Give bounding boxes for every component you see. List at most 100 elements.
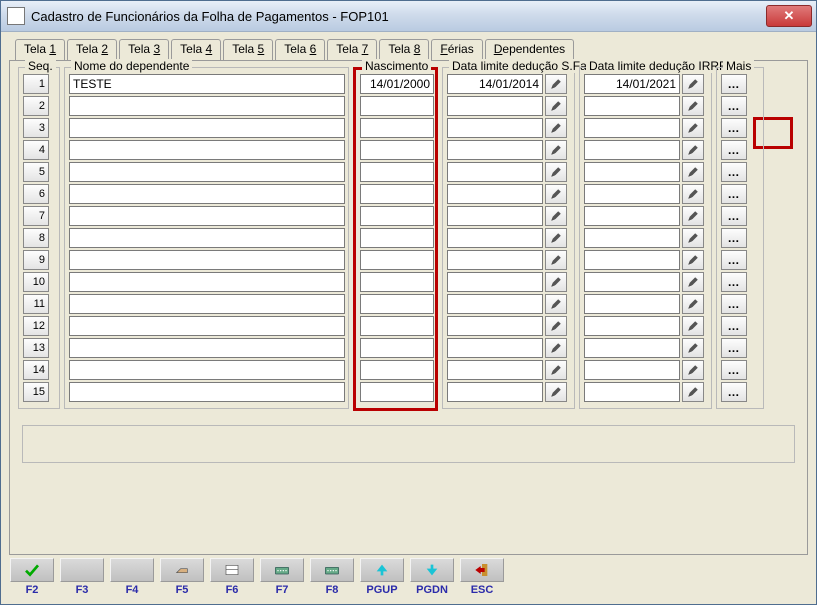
seq-button[interactable]: 11 <box>23 294 49 314</box>
mais-button[interactable]: … <box>721 316 747 336</box>
mais-button[interactable]: … <box>721 140 747 160</box>
irrf-picker-button[interactable] <box>682 316 704 336</box>
irrf-field[interactable] <box>584 382 680 402</box>
seq-button[interactable]: 8 <box>23 228 49 248</box>
nome-field[interactable] <box>69 382 345 402</box>
familia-field[interactable] <box>447 140 543 160</box>
seq-button[interactable]: 4 <box>23 140 49 160</box>
nascimento-field[interactable] <box>360 228 434 248</box>
toolbar-pgup[interactable]: PGUP <box>361 558 403 596</box>
seq-button[interactable]: 13 <box>23 338 49 358</box>
seq-button[interactable]: 7 <box>23 206 49 226</box>
nome-field[interactable] <box>69 162 345 182</box>
irrf-field[interactable] <box>584 140 680 160</box>
irrf-field[interactable] <box>584 294 680 314</box>
nome-field[interactable] <box>69 184 345 204</box>
nome-field[interactable] <box>69 118 345 138</box>
familia-picker-button[interactable] <box>545 96 567 116</box>
seq-button[interactable]: 6 <box>23 184 49 204</box>
tab-tela5[interactable]: Tela 5 <box>223 39 273 60</box>
nome-field[interactable] <box>69 338 345 358</box>
toolbar-f2[interactable]: F2 <box>11 558 53 596</box>
familia-field[interactable] <box>447 96 543 116</box>
irrf-picker-button[interactable] <box>682 228 704 248</box>
nome-field[interactable] <box>69 316 345 336</box>
familia-field[interactable] <box>447 382 543 402</box>
toolbar-f5[interactable]: F5 <box>161 558 203 596</box>
familia-picker-button[interactable] <box>545 184 567 204</box>
mais-button[interactable]: … <box>721 184 747 204</box>
nascimento-field[interactable] <box>360 96 434 116</box>
irrf-field[interactable] <box>584 228 680 248</box>
nascimento-field[interactable] <box>360 338 434 358</box>
irrf-picker-button[interactable] <box>682 382 704 402</box>
irrf-field[interactable] <box>584 118 680 138</box>
familia-field[interactable] <box>447 250 543 270</box>
nascimento-field[interactable] <box>360 184 434 204</box>
seq-button[interactable]: 12 <box>23 316 49 336</box>
irrf-picker-button[interactable] <box>682 250 704 270</box>
familia-picker-button[interactable] <box>545 250 567 270</box>
seq-button[interactable]: 5 <box>23 162 49 182</box>
tab-tela1[interactable]: Tela 1 <box>15 39 65 60</box>
irrf-picker-button[interactable] <box>682 184 704 204</box>
familia-field[interactable] <box>447 360 543 380</box>
familia-field[interactable] <box>447 162 543 182</box>
familia-field[interactable] <box>447 294 543 314</box>
mais-button[interactable]: … <box>721 162 747 182</box>
familia-picker-button[interactable] <box>545 272 567 292</box>
irrf-picker-button[interactable] <box>682 272 704 292</box>
nome-field[interactable] <box>69 272 345 292</box>
irrf-picker-button[interactable] <box>682 162 704 182</box>
irrf-field[interactable] <box>584 316 680 336</box>
familia-picker-button[interactable] <box>545 316 567 336</box>
familia-field[interactable] <box>447 338 543 358</box>
irrf-field[interactable] <box>584 162 680 182</box>
familia-picker-button[interactable] <box>545 228 567 248</box>
toolbar-f3[interactable]: F3 <box>61 558 103 596</box>
mais-button[interactable]: … <box>721 118 747 138</box>
familia-picker-button[interactable] <box>545 360 567 380</box>
irrf-field[interactable] <box>584 206 680 226</box>
familia-field[interactable] <box>447 228 543 248</box>
nascimento-field[interactable] <box>360 382 434 402</box>
familia-picker-button[interactable] <box>545 118 567 138</box>
mais-button[interactable]: … <box>721 250 747 270</box>
toolbar-pgdn[interactable]: PGDN <box>411 558 453 596</box>
seq-button[interactable]: 14 <box>23 360 49 380</box>
familia-picker-button[interactable] <box>545 140 567 160</box>
tab-tela6[interactable]: Tela 6 <box>275 39 325 60</box>
mais-button[interactable]: … <box>721 272 747 292</box>
nascimento-field[interactable] <box>360 162 434 182</box>
familia-picker-button[interactable] <box>545 74 567 94</box>
irrf-field[interactable]: 14/01/2021 <box>584 74 680 94</box>
mais-button[interactable]: … <box>721 74 747 94</box>
seq-button[interactable]: 15 <box>23 382 49 402</box>
mais-button[interactable]: … <box>721 360 747 380</box>
familia-field[interactable] <box>447 184 543 204</box>
toolbar-f7[interactable]: F7 <box>261 558 303 596</box>
irrf-field[interactable] <box>584 250 680 270</box>
irrf-field[interactable] <box>584 184 680 204</box>
irrf-picker-button[interactable] <box>682 74 704 94</box>
irrf-field[interactable] <box>584 96 680 116</box>
nome-field[interactable] <box>69 206 345 226</box>
irrf-field[interactable] <box>584 360 680 380</box>
close-button[interactable]: ✕ <box>766 5 812 27</box>
familia-field[interactable] <box>447 206 543 226</box>
seq-button[interactable]: 2 <box>23 96 49 116</box>
mais-button[interactable]: … <box>721 382 747 402</box>
nascimento-field[interactable]: 14/01/2000 <box>360 74 434 94</box>
irrf-picker-button[interactable] <box>682 140 704 160</box>
mais-button[interactable]: … <box>721 96 747 116</box>
irrf-picker-button[interactable] <box>682 338 704 358</box>
nascimento-field[interactable] <box>360 140 434 160</box>
nascimento-field[interactable] <box>360 294 434 314</box>
familia-picker-button[interactable] <box>545 206 567 226</box>
familia-field[interactable] <box>447 118 543 138</box>
familia-picker-button[interactable] <box>545 382 567 402</box>
toolbar-f6[interactable]: F6 <box>211 558 253 596</box>
familia-field[interactable] <box>447 316 543 336</box>
nome-field[interactable] <box>69 96 345 116</box>
toolbar-esc[interactable]: ESC <box>461 558 503 596</box>
